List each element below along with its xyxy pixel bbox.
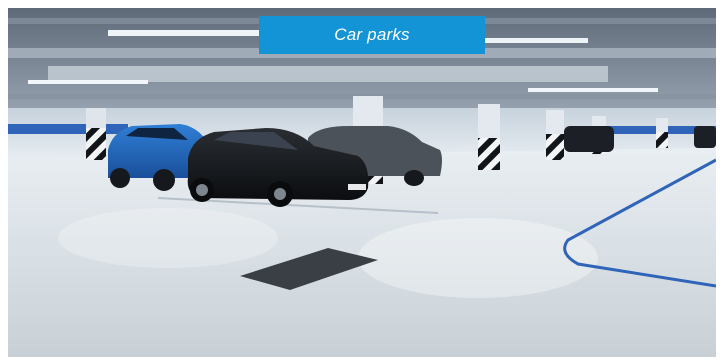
caption-label: Car parks: [334, 25, 410, 44]
caption-tag: Car parks: [259, 16, 485, 54]
car-park-photo: [8, 8, 716, 357]
photo-frame: Car parks: [8, 8, 716, 357]
